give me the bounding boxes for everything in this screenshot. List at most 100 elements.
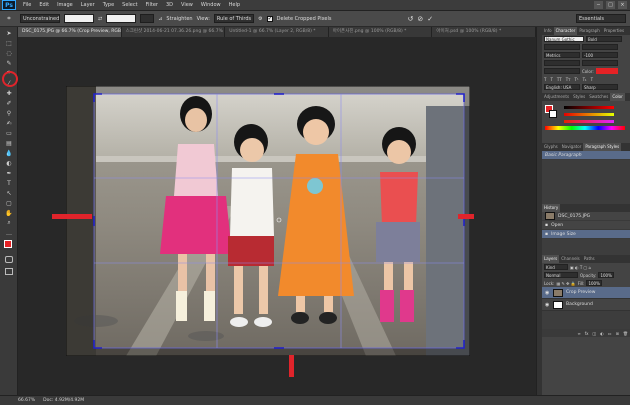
commit-icon[interactable]: ✓	[427, 15, 433, 23]
crop-tool-preset-icon[interactable]: ⌗	[4, 15, 14, 23]
tab-paths[interactable]: Paths	[582, 255, 597, 263]
all-caps-icon[interactable]: TT	[557, 77, 562, 82]
menu-view[interactable]: View	[177, 2, 197, 8]
font-style-field[interactable]: Bold	[586, 36, 622, 42]
font-size-field[interactable]	[544, 44, 580, 50]
tab-glyphs[interactable]: Glyphs	[542, 143, 560, 151]
history-brush-tool-icon[interactable]: ✍	[4, 119, 14, 127]
vertical-scale-field[interactable]	[544, 60, 580, 66]
menu-3d[interactable]: 3D	[162, 2, 177, 8]
tab-color[interactable]: Color	[610, 93, 625, 101]
quick-select-tool-icon[interactable]: ✎	[4, 59, 14, 67]
mask-icon[interactable]: ◫	[593, 331, 597, 336]
font-family-field[interactable]: Nanum Gothic	[544, 36, 584, 42]
subscript-icon[interactable]: T₁	[583, 77, 587, 82]
eraser-tool-icon[interactable]: ▭	[4, 129, 14, 137]
new-layer-icon[interactable]: ⊞	[616, 331, 619, 336]
filter-icons[interactable]: ▣ ◐ T ▢ ⌂	[570, 265, 591, 270]
horizontal-scale-field[interactable]	[582, 60, 618, 66]
trash-icon[interactable]: 🗑	[623, 331, 628, 336]
maximize-button[interactable]: □	[606, 1, 615, 9]
crop-overlay[interactable]	[66, 86, 470, 356]
swap-icon[interactable]: ⇄	[98, 16, 102, 22]
menu-layer[interactable]: Layer	[77, 2, 99, 8]
tab-aicheo[interactable]: 아이처.psd @ 100% (RGB/8) *	[432, 27, 536, 37]
type-tool-icon[interactable]: T	[4, 179, 14, 187]
antialias-select[interactable]: Sharp	[582, 84, 618, 90]
blue-slider[interactable]	[564, 120, 614, 123]
zoom-level[interactable]: 66.67%	[18, 398, 35, 403]
opacity-field[interactable]: 100%	[598, 272, 615, 278]
tab-properties[interactable]: Properties	[602, 27, 626, 35]
shape-tool-icon[interactable]: ▢	[4, 199, 14, 207]
tab-info[interactable]: Info	[542, 27, 554, 35]
menu-window[interactable]: Window	[197, 2, 225, 8]
marquee-tool-icon[interactable]: ⬚	[4, 39, 14, 47]
faux-bold-icon[interactable]: T	[544, 77, 546, 82]
menu-filter[interactable]: Filter	[142, 2, 162, 8]
hand-tool-icon[interactable]: ✋	[4, 209, 14, 217]
fx-icon[interactable]: fx	[585, 331, 589, 336]
straighten-label[interactable]: Straighten	[166, 16, 192, 22]
overlay-view-select[interactable]: Rule of Thirds	[213, 14, 255, 23]
menu-type[interactable]: Type	[99, 2, 118, 8]
edit-toolbar-icon[interactable]: …	[4, 229, 14, 237]
gradient-tool-icon[interactable]: ▤	[4, 139, 14, 147]
lasso-tool-icon[interactable]: ◌	[4, 49, 14, 57]
tab-history[interactable]: History	[542, 204, 561, 212]
tab-iphone-photo[interactable]: 아이폰사진.png @ 100% (RGB/8) *	[328, 27, 433, 37]
menu-help[interactable]: Help	[225, 2, 244, 8]
workspace-select[interactable]: Essentials	[576, 14, 626, 23]
healing-tool-icon[interactable]: ✚	[4, 89, 14, 97]
clear-button[interactable]	[140, 14, 155, 23]
history-snapshot[interactable]: DSC_0175.JPG	[542, 212, 630, 221]
clone-stamp-tool-icon[interactable]: ⚲	[4, 109, 14, 117]
tab-layers[interactable]: Layers	[542, 255, 560, 263]
tab-dsc-0175[interactable]: DSC_0175.JPG @ 66.7% (Crop Preview, RGB/…	[18, 27, 122, 37]
overlay-settings-gear-icon[interactable]: ⚙	[258, 16, 262, 22]
brush-tool-icon[interactable]: ✐	[4, 99, 14, 107]
eye-icon[interactable]: ◉	[545, 302, 550, 308]
faux-italic-icon[interactable]: T	[550, 77, 552, 82]
layer-background[interactable]: ◉ Background	[542, 299, 630, 311]
color-bg-swatch[interactable]	[549, 110, 557, 118]
red-slider[interactable]	[564, 106, 614, 109]
blend-mode-select[interactable]: Normal	[544, 272, 578, 278]
tracking-field[interactable]: -100	[582, 52, 618, 58]
foreground-color-swatch[interactable]	[4, 240, 12, 248]
fill-field[interactable]: 100%	[586, 280, 603, 286]
layer-crop-preview[interactable]: ◉ Crop Preview	[542, 287, 630, 299]
group-icon[interactable]: ▭	[608, 331, 612, 336]
paragraph-style-item[interactable]: Basic Paragraph	[542, 151, 630, 160]
cancel-icon[interactable]: ⊘	[417, 15, 423, 23]
menu-image[interactable]: Image	[53, 2, 77, 8]
language-select[interactable]: English: USA	[544, 84, 580, 90]
lock-icons[interactable]: ▦ ✎ ✥ 🔒	[556, 281, 575, 286]
quick-mask-icon[interactable]	[5, 256, 13, 263]
reset-icon[interactable]: ↺	[408, 15, 414, 23]
menu-file[interactable]: File	[19, 2, 35, 8]
kerning-field[interactable]: Metrics	[544, 52, 580, 58]
eye-icon[interactable]: ◉	[545, 290, 550, 296]
link-layers-icon[interactable]: ∞	[577, 331, 580, 336]
close-button[interactable]: ×	[618, 1, 627, 9]
spectrum-bar[interactable]	[545, 126, 625, 130]
underline-icon[interactable]: T	[591, 77, 593, 82]
history-item-open[interactable]: ▪ Open	[542, 221, 630, 230]
baseline-field[interactable]	[544, 68, 580, 74]
superscript-icon[interactable]: T¹	[575, 77, 579, 82]
height-field[interactable]	[106, 14, 137, 23]
dodge-tool-icon[interactable]: ◐	[4, 159, 14, 167]
tab-channels[interactable]: Channels	[559, 255, 582, 263]
small-caps-icon[interactable]: Tт	[566, 77, 571, 82]
delete-cropped-checkbox[interactable]	[266, 15, 273, 22]
tab-adjustments[interactable]: Adjustments	[542, 93, 571, 101]
history-item-image-size[interactable]: ▪ Image Size	[542, 230, 630, 239]
tab-navigator[interactable]: Navigator	[560, 143, 584, 151]
tab-untitled-1[interactable]: Untitled-1 @ 66.7% (Layer 2, RGB/8) *	[225, 27, 329, 37]
zoom-tool-icon[interactable]: ⌕	[4, 219, 14, 227]
layer-kind-select[interactable]: Kind	[544, 264, 568, 270]
pen-tool-icon[interactable]: ✒	[4, 169, 14, 177]
tab-screenshot[interactable]: 스크린샷 2014-06-21 07.36.26.png @ 66.7% (RG…	[121, 27, 226, 37]
adjustment-icon[interactable]: ◐	[600, 331, 604, 336]
